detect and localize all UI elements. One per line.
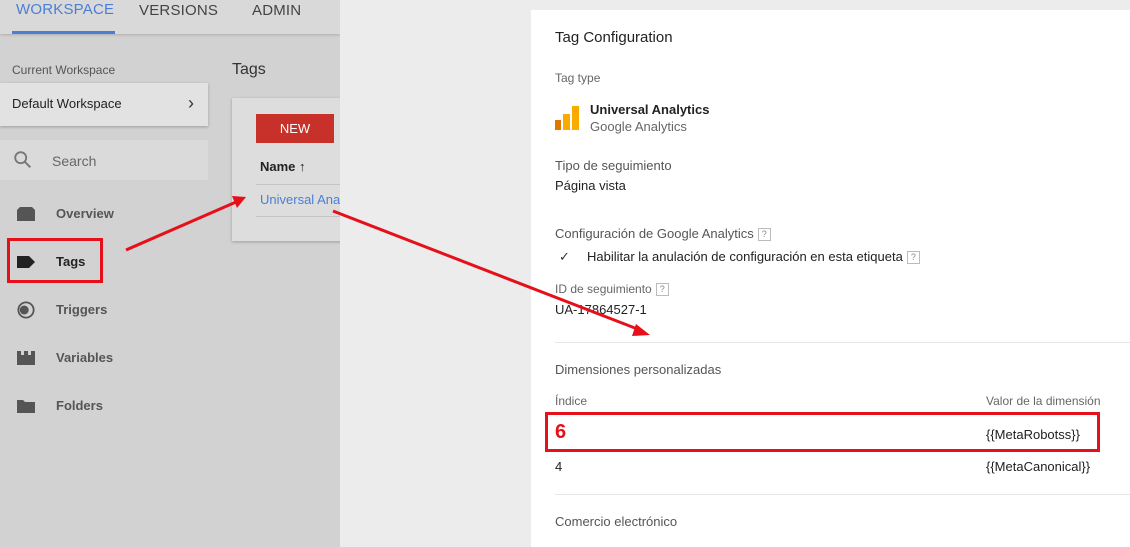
tags-page-title: Tags — [232, 61, 266, 78]
sidebar-item-label: Folders — [56, 398, 103, 413]
help-icon[interactable]: ? — [757, 228, 771, 242]
checkmark-icon: ✓ — [559, 249, 570, 264]
current-workspace-label: Current Workspace — [12, 63, 116, 77]
search-icon — [14, 151, 32, 169]
tags-table-card: NEW Name ↑ Universal Ana — [232, 98, 340, 241]
chevron-right-icon: › — [188, 93, 194, 113]
tag-type-label: Tag type — [555, 71, 601, 85]
folder-icon — [17, 400, 35, 413]
ga-settings-label: Configuración de Google Analytics — [555, 226, 754, 241]
tracking-type-value: Página vista — [555, 178, 626, 193]
annotation-box-dimension — [545, 412, 1100, 452]
annotation-dimension-index: 6 — [555, 421, 567, 443]
tab-versions[interactable]: VERSIONS — [139, 0, 218, 34]
tab-admin[interactable]: ADMIN — [252, 0, 301, 34]
tag-configuration-panel: Tag Configuration Tag type Universal Ana… — [531, 10, 1130, 547]
tracking-type-label: Tipo de seguimiento — [555, 158, 672, 173]
panel-title: Tag Configuration — [555, 29, 673, 46]
search-input[interactable]: Search — [52, 153, 96, 169]
tracking-id-label: ID de seguimiento — [555, 282, 652, 296]
section-divider — [555, 342, 1130, 343]
top-navigation: WORKSPACE VERSIONS ADMIN — [0, 0, 340, 34]
ga-settings-row: Configuración de Google Analytics? — [555, 226, 771, 242]
sidebar-item-label: Variables — [56, 350, 114, 365]
tracking-id-row: ID de seguimiento? — [555, 282, 669, 297]
sidebar-item-label: Triggers — [56, 302, 108, 317]
tag-row-link[interactable]: Universal Ana — [260, 192, 340, 207]
sidebar: Current Workspace Default Workspace › Se… — [0, 34, 210, 547]
universal-analytics-icon — [555, 106, 579, 130]
variables-icon — [17, 351, 35, 365]
help-icon[interactable]: ? — [906, 251, 920, 265]
custom-dimensions-label: Dimensiones personalizadas — [555, 362, 722, 377]
ecommerce-label: Comercio electrónico — [555, 514, 678, 529]
tag-type-name: Universal Analytics — [590, 102, 710, 117]
tag-type-vendor: Google Analytics — [590, 119, 687, 134]
tracking-id-value: UA-17864527-1 — [555, 302, 647, 317]
table-divider — [256, 216, 340, 217]
help-icon[interactable]: ? — [655, 283, 669, 297]
sort-arrow-up-icon: ↑ — [299, 159, 306, 174]
overview-icon — [17, 207, 35, 221]
column-header-index: Índice — [555, 394, 588, 408]
dimension-value-cell: {{MetaCanonical}} — [986, 459, 1091, 474]
workspace-name: Default Workspace — [12, 96, 122, 111]
annotation-box-tags — [7, 238, 103, 283]
column-header-label: Name — [260, 159, 296, 174]
section-divider — [555, 494, 1130, 495]
search-bar[interactable]: Search — [0, 140, 208, 180]
column-header-name[interactable]: Name ↑ — [260, 159, 306, 174]
trigger-icon — [17, 301, 35, 319]
override-settings-label: Habilitar la anulación de configuración … — [587, 249, 903, 264]
override-settings-row: ✓ Habilitar la anulación de configuración… — [559, 249, 920, 265]
column-header-dimension-value: Valor de la dimensión — [986, 394, 1101, 408]
sidebar-item-triggers[interactable]: Triggers — [0, 293, 208, 327]
tab-workspace[interactable]: WORKSPACE — [12, 0, 115, 34]
workspace-selector[interactable]: Default Workspace › — [0, 83, 208, 126]
sidebar-item-folders[interactable]: Folders — [0, 389, 208, 423]
new-tag-button[interactable]: NEW — [256, 114, 334, 143]
sidebar-item-label: Overview — [56, 206, 114, 221]
dimension-index-cell: 4 — [555, 459, 563, 474]
sidebar-item-overview[interactable]: Overview — [0, 197, 208, 231]
sidebar-item-variables[interactable]: Variables — [0, 341, 208, 375]
tags-list-area: Tags NEW Name ↑ Universal Ana — [232, 34, 340, 334]
table-divider — [256, 184, 340, 185]
